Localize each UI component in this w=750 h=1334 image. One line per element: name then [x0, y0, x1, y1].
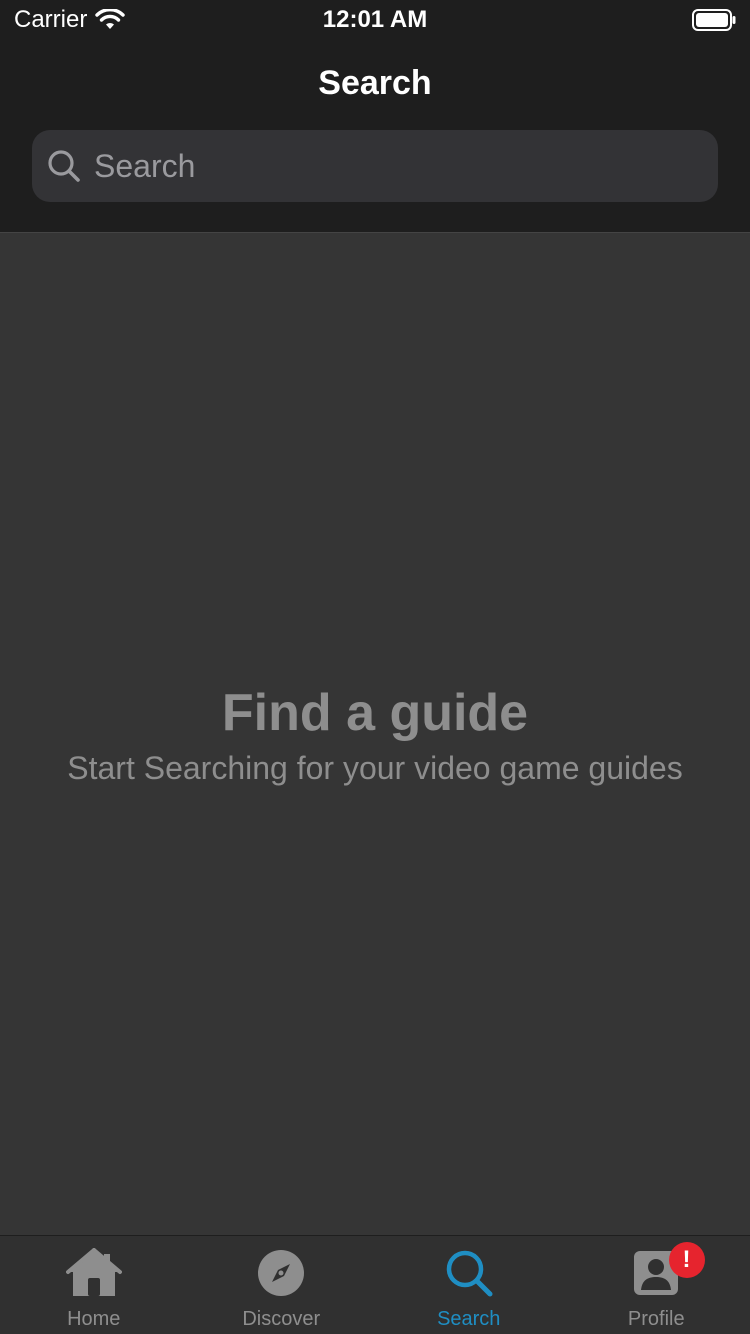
- tab-discover[interactable]: Discover: [188, 1236, 376, 1334]
- clock: 12:01 AM: [322, 6, 428, 33]
- search-icon: [48, 150, 80, 182]
- tab-home[interactable]: Home: [0, 1236, 188, 1334]
- search-bar[interactable]: [32, 130, 718, 202]
- empty-state-subtitle: Start Searching for your video game guid…: [67, 750, 683, 786]
- empty-state: Find a guide Start Searching for your vi…: [0, 680, 750, 788]
- tab-label: Discover: [242, 1308, 321, 1330]
- search-icon: [441, 1248, 497, 1298]
- tab-label: Profile: [627, 1308, 685, 1330]
- battery-icon: [692, 9, 736, 31]
- search-input[interactable]: [82, 135, 718, 197]
- home-icon: [65, 1248, 122, 1298]
- compass-icon: [253, 1248, 309, 1298]
- tab-label: Search: [437, 1308, 501, 1330]
- header: Carrier 12:01 AM Search: [0, 0, 750, 233]
- notification-badge: !: [668, 1242, 705, 1278]
- tab-search[interactable]: Search: [375, 1236, 563, 1334]
- empty-state-title: Find a guide: [221, 684, 529, 742]
- search-screen: Carrier 12:01 AM Search Search Find a gu…: [0, 0, 750, 1334]
- status-bar: Carrier 12:01 AM: [0, 0, 750, 40]
- page-title: Search: [318, 64, 432, 102]
- tab-profile[interactable]: Profile !: [563, 1236, 750, 1334]
- tab-label: Home: [67, 1308, 121, 1330]
- tab-bar: Home Discover Search Profile !: [0, 1235, 750, 1334]
